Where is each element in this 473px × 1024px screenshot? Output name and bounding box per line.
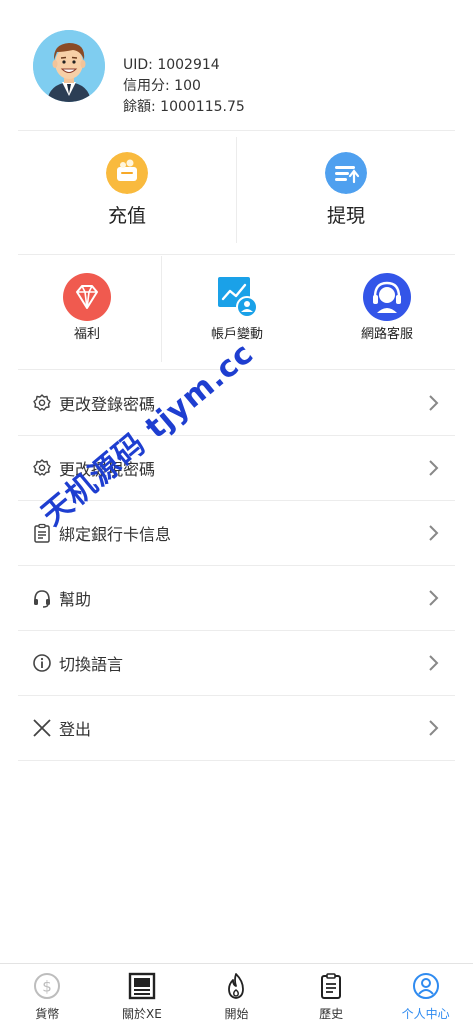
- withdraw-button[interactable]: 提現: [237, 135, 455, 245]
- user-icon: [412, 973, 439, 999]
- tab-currency[interactable]: $ 貨幣: [0, 964, 95, 1024]
- chevron-right-icon: [429, 655, 439, 671]
- menu-change-withdraw-password[interactable]: 更改提現密碼: [18, 436, 455, 501]
- menu-label: 切換語言: [59, 655, 124, 674]
- credit-text: 信用分: 100: [123, 78, 201, 94]
- welfare-label: 福利: [73, 327, 100, 342]
- chevron-right-icon: [429, 525, 439, 541]
- account-changes-label: 帳戶變動: [210, 327, 263, 342]
- account-chart-icon: [218, 277, 258, 318]
- tab-start[interactable]: 開始: [189, 964, 284, 1024]
- tab-about-xe[interactable]: 關於XE: [95, 964, 190, 1024]
- menu-change-login-password[interactable]: 更改登錄密碼: [18, 371, 455, 436]
- gear-icon: [33, 459, 51, 476]
- chevron-right-icon: [429, 395, 439, 411]
- avatar[interactable]: [33, 30, 105, 102]
- clipboard-icon: [34, 523, 50, 543]
- chevron-right-icon: [429, 720, 439, 736]
- balance-text: 餘額: 1000115.75: [123, 99, 245, 115]
- gear-icon: [33, 394, 51, 411]
- recharge-button[interactable]: 充值: [18, 135, 236, 245]
- tab-history[interactable]: 歷史: [284, 964, 379, 1024]
- tab-bar: $ 貨幣 關於XE 開始 歷史 个人中心: [0, 963, 473, 1024]
- svg-text:$: $: [43, 978, 53, 996]
- menu-label: 更改提現密碼: [59, 460, 156, 479]
- profile-info: UID: 1002914 信用分: 100 餘額: 1000115.75: [123, 55, 245, 118]
- menu-label: 幫助: [59, 590, 92, 609]
- menu-label: 更改登錄密碼: [59, 395, 156, 414]
- menu-logout[interactable]: 登出: [18, 696, 455, 761]
- menu-bind-bank-card[interactable]: 綁定銀行卡信息: [18, 501, 455, 566]
- menu-label: 登出: [59, 720, 92, 739]
- chevron-right-icon: [429, 590, 439, 606]
- withdraw-label: 提現: [326, 205, 365, 227]
- welfare-button[interactable]: 福利: [12, 256, 162, 366]
- withdraw-icon: [325, 152, 367, 194]
- menu-switch-language[interactable]: 切換語言: [18, 631, 455, 696]
- headphones-icon: [34, 590, 50, 608]
- tab-label: 關於XE: [121, 1007, 162, 1021]
- headset-icon: [363, 273, 411, 321]
- divider: [18, 369, 455, 370]
- recharge-label: 充值: [107, 205, 146, 227]
- info-icon: [33, 654, 51, 672]
- clipboard-icon: [321, 973, 342, 999]
- account-changes-button[interactable]: 帳戶變動: [162, 256, 312, 366]
- diamond-icon: [63, 273, 111, 321]
- menu-help[interactable]: 幫助: [18, 566, 455, 631]
- tab-label: 个人中心: [401, 1007, 450, 1021]
- news-icon: [128, 972, 156, 1000]
- customer-service-button[interactable]: 網路客服: [312, 256, 462, 366]
- flame-icon: [228, 973, 245, 999]
- customer-service-label: 網路客服: [360, 327, 413, 342]
- dollar-icon: $: [34, 973, 61, 999]
- close-icon: [33, 719, 51, 737]
- tab-personal-center[interactable]: 个人中心: [378, 964, 473, 1024]
- divider: [18, 254, 455, 255]
- tab-label: 貨幣: [35, 1007, 60, 1021]
- tab-label: 歷史: [319, 1007, 344, 1021]
- menu-label: 綁定銀行卡信息: [59, 525, 172, 544]
- tab-label: 開始: [224, 1007, 249, 1021]
- profile-header: UID: 1002914 信用分: 100 餘額: 1000115.75: [0, 0, 473, 130]
- chevron-right-icon: [429, 460, 439, 476]
- divider: [18, 130, 455, 131]
- uid-text: UID: 1002914: [123, 57, 220, 73]
- wallet-icon: [106, 152, 148, 194]
